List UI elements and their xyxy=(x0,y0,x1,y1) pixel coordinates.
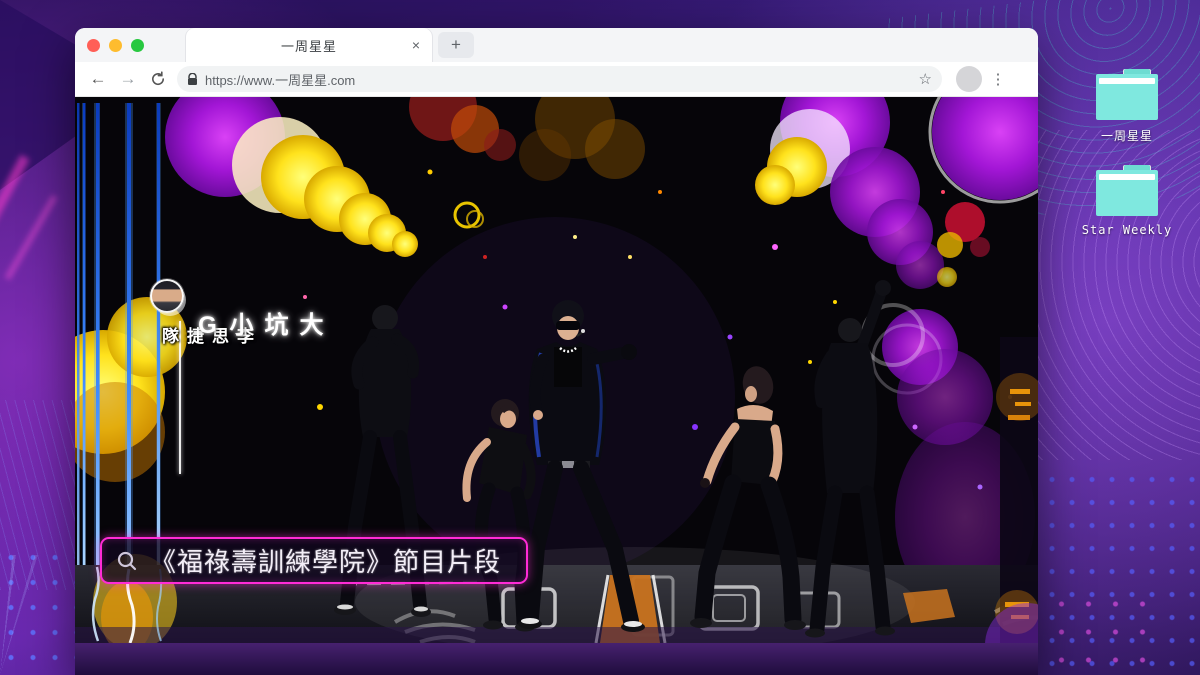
address-bar[interactable]: https://www.一周星星.com ☆ xyxy=(177,66,942,92)
folder-label: Star Weekly xyxy=(1079,223,1175,237)
desktop: 一周星星 Star Weekly 一周星星 × + ← → xyxy=(0,0,1200,675)
close-window-button[interactable] xyxy=(87,39,100,52)
desktop-icon-folder-1[interactable]: 一周星星 xyxy=(1079,74,1175,144)
caption-text: 《福祿壽訓練學院》節目片段 xyxy=(150,542,501,579)
desktop-icon-folder-2[interactable]: Star Weekly xyxy=(1079,170,1175,237)
bookmark-star-icon[interactable]: ☆ xyxy=(919,70,932,88)
magnifier-icon xyxy=(116,550,138,572)
tab-active[interactable]: 一周星星 × xyxy=(186,28,432,62)
folder-icon xyxy=(1096,170,1158,216)
forward-icon[interactable]: → xyxy=(113,69,143,89)
video-player[interactable]: 李思捷隊 大坑小G 《福祿壽訓練學院》節目片段 xyxy=(75,97,1038,675)
back-icon[interactable]: ← xyxy=(83,69,113,89)
lock-icon xyxy=(187,73,198,86)
reload-icon[interactable] xyxy=(143,71,173,87)
folder-label: 一周星星 xyxy=(1079,127,1175,144)
video-scene xyxy=(75,97,1038,675)
performer-name-vertical: 大坑小G xyxy=(193,312,326,345)
zoom-window-button[interactable] xyxy=(131,39,144,52)
minimize-window-button[interactable] xyxy=(109,39,122,52)
caption-banner: 《福祿壽訓練學院》節目片段 xyxy=(100,537,528,584)
profile-avatar[interactable] xyxy=(956,66,982,92)
tab-title: 一周星星 xyxy=(281,36,337,55)
menu-dots-icon[interactable]: ⋮ xyxy=(984,70,1012,88)
url-text: https://www.一周星星.com xyxy=(205,70,919,89)
toolbar: ← → https://www.一周星星.com ☆ ⋮ xyxy=(75,62,1038,97)
performer-avatar xyxy=(150,279,184,313)
browser-window[interactable]: 一周星星 × + ← → https://www.一周星星.com ☆ ⋮ xyxy=(75,28,1038,675)
folder-icon xyxy=(1096,74,1158,120)
new-tab-button[interactable]: + xyxy=(438,32,474,58)
under-stage xyxy=(75,643,1038,675)
wallpaper-dot-grid-pink xyxy=(1048,590,1158,675)
window-controls xyxy=(75,39,158,52)
tab-bar: 一周星星 × + xyxy=(75,28,1038,62)
tab-close-icon[interactable]: × xyxy=(412,38,420,52)
